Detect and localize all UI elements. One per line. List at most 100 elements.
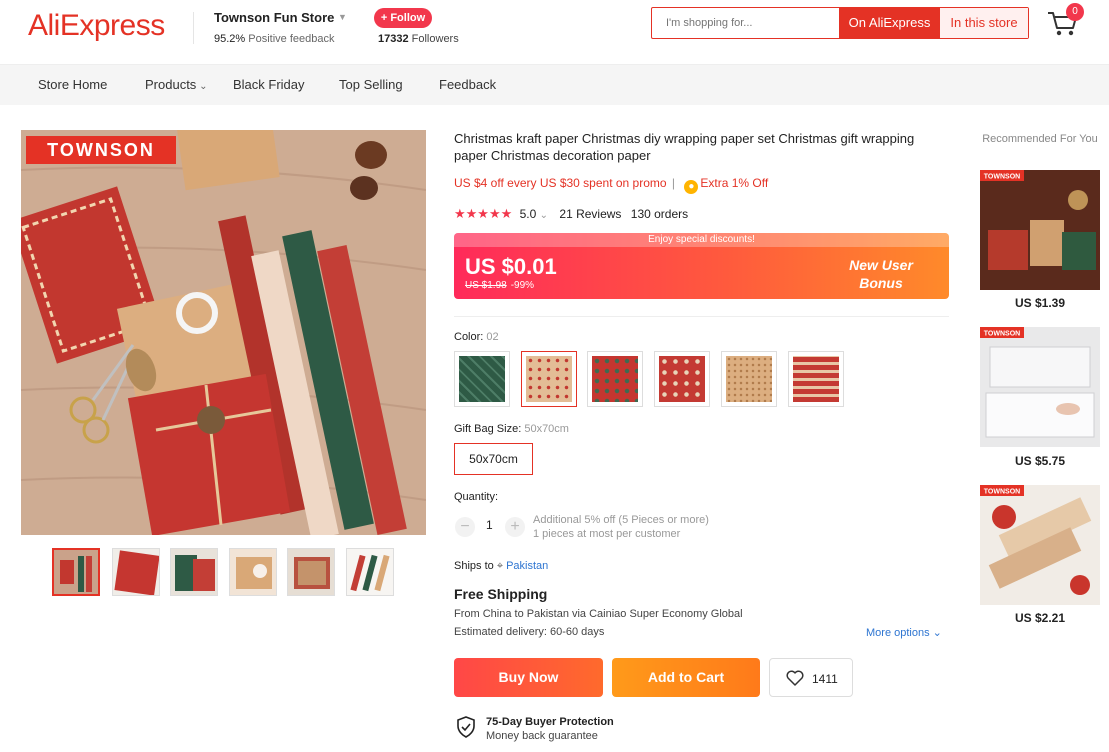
heart-icon [786,670,804,686]
store-nav: Store Home Products ⌄ Black Friday Top S… [0,64,1109,105]
quantity-note-limit: 1 pieces at most per customer [533,528,681,540]
cart-count-badge: 0 [1066,3,1084,21]
wishlist-count: 1411 [812,672,838,686]
search-bar: On AliExpress In this store [651,7,1029,39]
search-aliexpress-button[interactable]: On AliExpress [839,8,940,38]
thumbnail-5[interactable] [287,548,335,596]
brand-tag: TOWNSON [984,331,1020,338]
color-swatch-03[interactable] [587,351,643,407]
ships-to: Ships to ⌖ Pakistan [454,560,548,573]
star-rating-icon: ★★★★★ [454,206,513,221]
product-title: Christmas kraft paper Christmas diy wrap… [454,131,915,163]
shipping-route: From China to Pakistan via Cainiao Super… [454,608,743,620]
color-swatch-02[interactable] [521,351,577,407]
quantity-decrease-button[interactable]: − [455,517,475,537]
divider [193,12,194,44]
size-label: Gift Bag Size: 50x70cm [454,423,569,435]
chevron-down-icon: ⌄ [196,81,208,92]
color-value: 02 [486,331,499,343]
discount-pct: -99% [510,280,535,291]
add-to-cart-button[interactable]: Add to Cart [612,658,760,697]
original-price: US $1.98 -99% [465,280,534,291]
recommended-item-1-price[interactable]: US $1.39 [980,296,1100,310]
brand-tag: TOWNSON [984,174,1020,181]
size-label-text: Gift Bag Size: [454,423,522,435]
buy-now-button[interactable]: Buy Now [454,658,603,697]
recommended-item-1-image[interactable]: TOWNSON [980,170,1100,290]
old-price: US $1.98 [465,280,507,291]
store-feedback: 95.2% Positive feedback [214,33,334,45]
extra-off: Extra 1% Off [700,176,769,190]
reviews-link[interactable]: 21 Reviews [559,207,621,221]
thumbnail-4[interactable] [229,548,277,596]
thumbnail-6[interactable] [346,548,394,596]
thumbnail-2[interactable] [112,548,160,596]
location-pin-icon: ⌖ [496,560,504,572]
chevron-down-icon[interactable]: ⌄ [540,210,548,221]
divider [454,316,949,317]
brand-tag: TOWNSON [26,136,176,164]
followers-count: 17332 [378,33,409,45]
follow-button[interactable]: + Follow [374,8,432,28]
color-label: Color: 02 [454,331,499,343]
ships-to-location[interactable]: Pakistan [506,560,548,572]
recommended-item-2-image[interactable]: TOWNSON [980,327,1100,447]
quantity-label: Quantity: [454,491,499,503]
feedback-pct: 95.2% [214,33,246,45]
ships-to-label: Ships to [454,560,494,572]
color-swatch-06[interactable] [788,351,844,407]
orders-count: 130 orders [630,207,689,221]
nav-top-selling[interactable]: Top Selling [339,77,403,92]
recommended-item-2-price[interactable]: US $5.75 [980,454,1100,468]
nav-products-label: Products [145,77,197,92]
store-name[interactable]: Townson Fun Store [214,10,334,25]
feedback-label: Positive feedback [248,33,335,45]
more-shipping-options[interactable]: More options ⌄ [866,626,942,639]
coin-icon: ● [684,180,699,194]
wishlist-button[interactable]: 1411 [769,658,853,697]
shipping-eta: Estimated delivery: 60-60 days [454,626,605,638]
recommended-title: Recommended For You [982,133,1098,145]
size-option-50x70[interactable]: 50x70cm [454,443,533,475]
search-input[interactable] [652,8,839,38]
quantity-note-discount: Additional 5% off (5 Pieces or more) [533,514,709,526]
promo-line[interactable]: US $4 off every US $30 spent on promo | … [454,176,768,194]
shield-check-icon [457,716,475,738]
quantity-value[interactable]: 1 [486,518,493,532]
price-box: Enjoy special discounts! US $0.01 US $1.… [454,233,949,299]
thumbnail-3[interactable] [170,548,218,596]
recommended-item-3-image[interactable]: TOWNSON [980,485,1100,605]
new-user-line2: Bonus [859,275,903,291]
color-swatch-01[interactable] [454,351,510,407]
color-swatch-04[interactable] [654,351,710,407]
search-store-button[interactable]: In this store [940,8,1028,38]
rating-row: ★★★★★ 5.0 ⌄ 21 Reviews 130 orders [454,206,688,222]
aliexpress-logo[interactable]: AliExpress [28,9,165,43]
nav-feedback[interactable]: Feedback [439,77,496,92]
promo-separator: | [671,176,676,190]
quantity-increase-button[interactable]: + [505,517,525,537]
price-banner: Enjoy special discounts! [454,233,949,247]
new-user-bonus-badge[interactable]: New User Bonus [823,253,939,293]
chevron-down-icon: ⌄ [932,627,942,639]
current-price: US $0.01 [465,254,557,279]
followers-label: Followers [411,33,459,45]
brand-tag: TOWNSON [984,489,1020,496]
thumbnail-1[interactable] [52,548,100,596]
nav-black-friday[interactable]: Black Friday [233,77,305,92]
nav-products[interactable]: Products ⌄ [145,77,207,92]
promo-text: US $4 off every US $30 spent on promo [454,176,667,190]
product-main-image[interactable] [21,130,426,535]
rating-score[interactable]: 5.0 [520,207,537,221]
header: AliExpress Townson Fun Store ▼ 95.2% Pos… [0,0,1109,64]
buyer-protection-title: 75-Day Buyer Protection [486,716,614,728]
buyer-protection-subtitle: Money back guarantee [486,730,598,742]
more-options-label: More options [866,627,930,639]
shipping-title: Free Shipping [454,586,548,602]
chevron-down-icon[interactable]: ▼ [338,12,347,22]
new-user-line1: New User [849,257,913,273]
followers: 17332 Followers [378,33,459,45]
color-swatch-05[interactable] [721,351,777,407]
recommended-item-3-price[interactable]: US $2.21 [980,611,1100,625]
nav-store-home[interactable]: Store Home [38,77,107,92]
